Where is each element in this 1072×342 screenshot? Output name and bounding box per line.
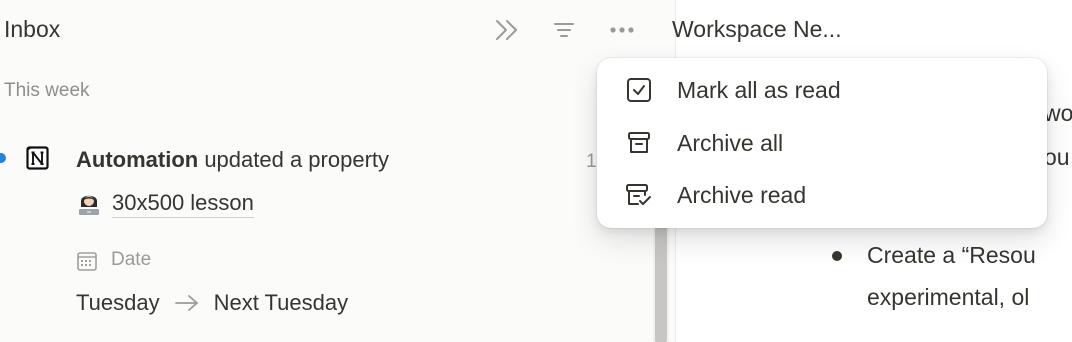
- notion-logo-icon: [26, 146, 50, 170]
- menu-item-label: Archive read: [677, 181, 807, 208]
- menu-item-archive-read[interactable]: Archive read: [607, 172, 1037, 218]
- inbox-title: Inbox: [4, 16, 61, 42]
- notification-actor: Automation: [76, 147, 199, 172]
- old-value: Tuesday: [76, 290, 160, 315]
- notification-action: updated a property: [198, 147, 390, 172]
- person-at-laptop-emoji-icon: [76, 190, 102, 216]
- menu-item-archive-all[interactable]: Archive all: [607, 120, 1037, 166]
- checkbox-icon: [625, 76, 653, 104]
- unread-indicator: [0, 153, 6, 163]
- archive-check-icon: [625, 181, 653, 209]
- more-horizontal-icon[interactable]: [606, 14, 638, 46]
- inbox-panel: Inbox This week Automation updated a pro…: [0, 0, 676, 342]
- document-text-fragment: ou: [1044, 144, 1070, 170]
- document-title[interactable]: Workspace Ne...: [672, 16, 842, 43]
- document-text-fragment: wor: [1044, 100, 1072, 126]
- menu-item-mark-all-as-read[interactable]: Mark all as read: [607, 67, 1037, 113]
- property-label: Date: [111, 249, 152, 270]
- notification-text[interactable]: Automation updated a property: [76, 147, 389, 173]
- notification-time: 1: [586, 151, 597, 172]
- double-chevron-right-icon[interactable]: [491, 14, 523, 46]
- menu-item-label: Mark all as read: [677, 76, 841, 103]
- bullet-text: experimental, ol: [867, 284, 1030, 310]
- inbox-options-menu: Mark all as read Archive all Archive rea…: [597, 58, 1047, 228]
- menu-item-label: Archive all: [677, 129, 784, 156]
- archive-box-icon: [625, 129, 653, 157]
- app-window: Inbox This week Automation updated a pro…: [0, 0, 1072, 342]
- property-change: Tuesday Next Tuesday: [76, 290, 348, 316]
- arrow-right-icon: [174, 294, 200, 312]
- new-value: Next Tuesday: [213, 290, 349, 315]
- bullet-text: Create a “Resou: [867, 242, 1036, 268]
- bullet-icon: [832, 251, 842, 261]
- page-link[interactable]: 30x500 lesson: [112, 190, 254, 218]
- section-label-this-week: This week: [4, 80, 90, 101]
- calendar-icon: [76, 250, 98, 272]
- scrollbar-thumb[interactable]: [655, 210, 667, 342]
- filter-icon[interactable]: [548, 14, 580, 46]
